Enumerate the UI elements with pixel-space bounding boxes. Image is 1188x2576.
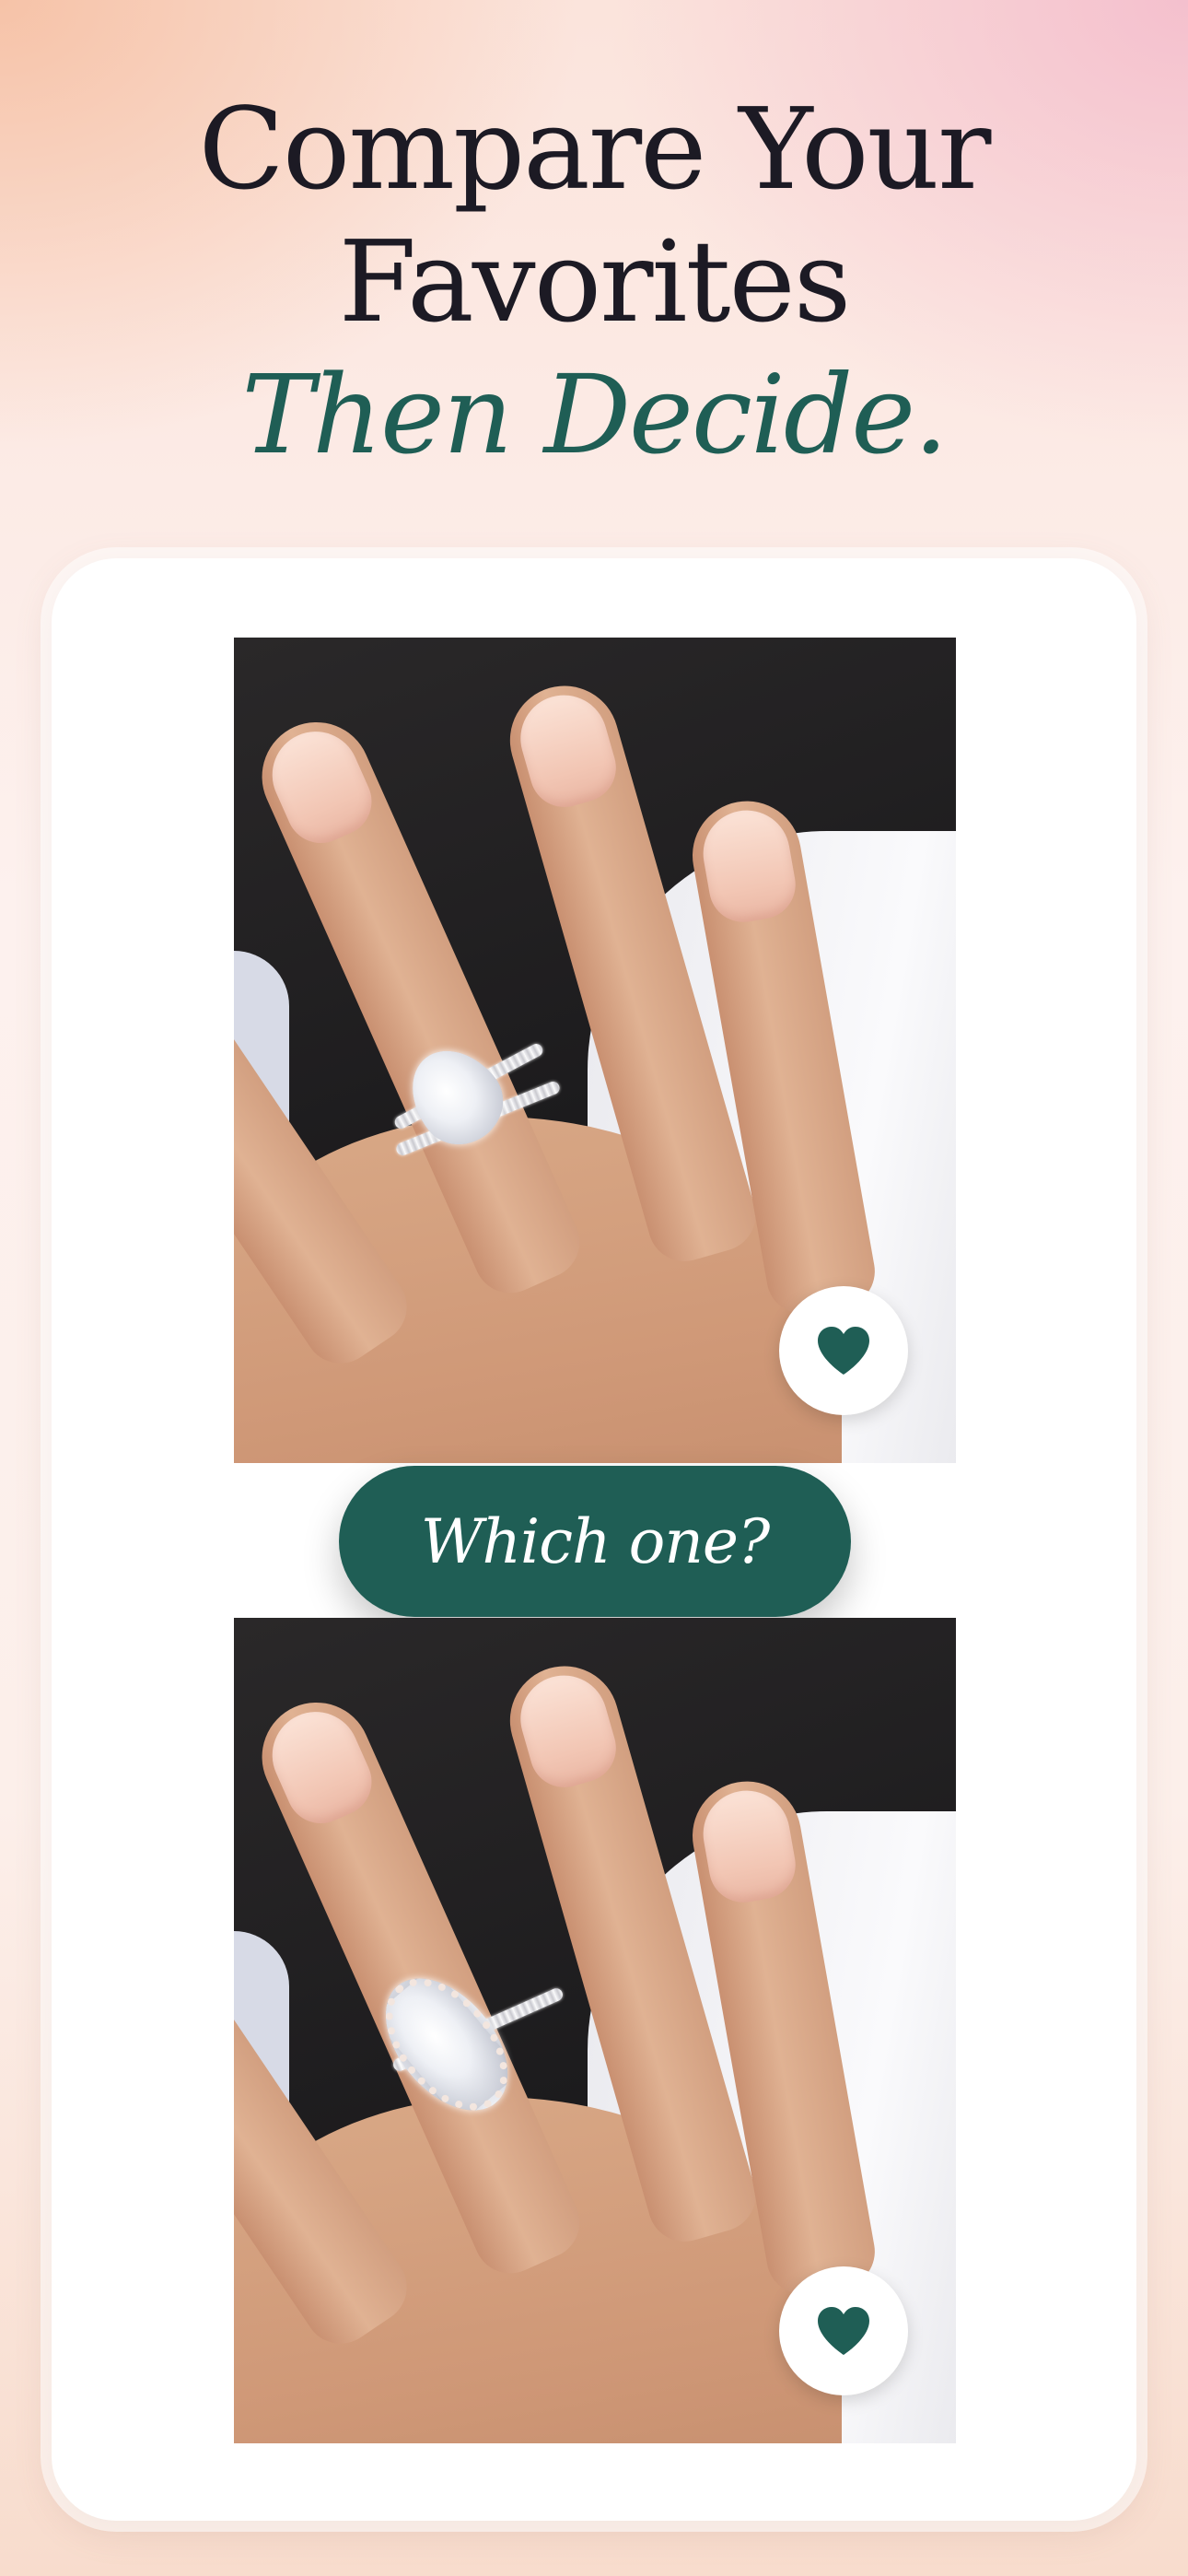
- heart-icon: [818, 1327, 869, 1375]
- ring-photo-bottom[interactable]: [234, 1618, 956, 2443]
- which-one-button[interactable]: Which one?: [339, 1466, 851, 1617]
- headline-line-2: Favorites: [338, 217, 852, 347]
- headline: Compare Your Favorites Then Decide.: [0, 83, 1188, 481]
- heart-icon: [818, 2307, 869, 2355]
- headline-line-1: Compare Your: [198, 84, 992, 215]
- favorite-button-top[interactable]: [779, 1286, 908, 1415]
- comparison-card: Which one?: [52, 558, 1136, 2521]
- headline-accent: Then Decide.: [241, 351, 948, 478]
- favorite-button-bottom[interactable]: [779, 2266, 908, 2395]
- ring-photo-top[interactable]: [234, 638, 956, 1463]
